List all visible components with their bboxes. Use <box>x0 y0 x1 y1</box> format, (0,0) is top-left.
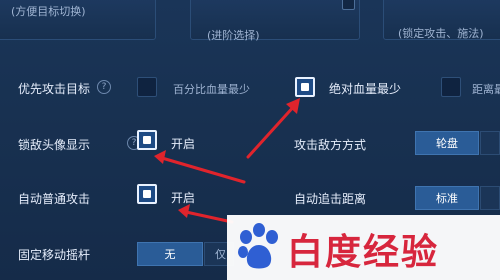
arrow-head <box>154 150 166 164</box>
arrow-to-absolute-hp <box>246 102 298 159</box>
baidu-paw-logo <box>238 223 278 269</box>
arrow-to-auto-attack <box>184 210 234 224</box>
watermark-text: 白度经验 <box>287 232 440 273</box>
arrow-head <box>178 204 190 218</box>
baidu-watermark: 白度经验 <box>227 215 500 280</box>
arrow-to-lock-avatar <box>160 156 246 184</box>
